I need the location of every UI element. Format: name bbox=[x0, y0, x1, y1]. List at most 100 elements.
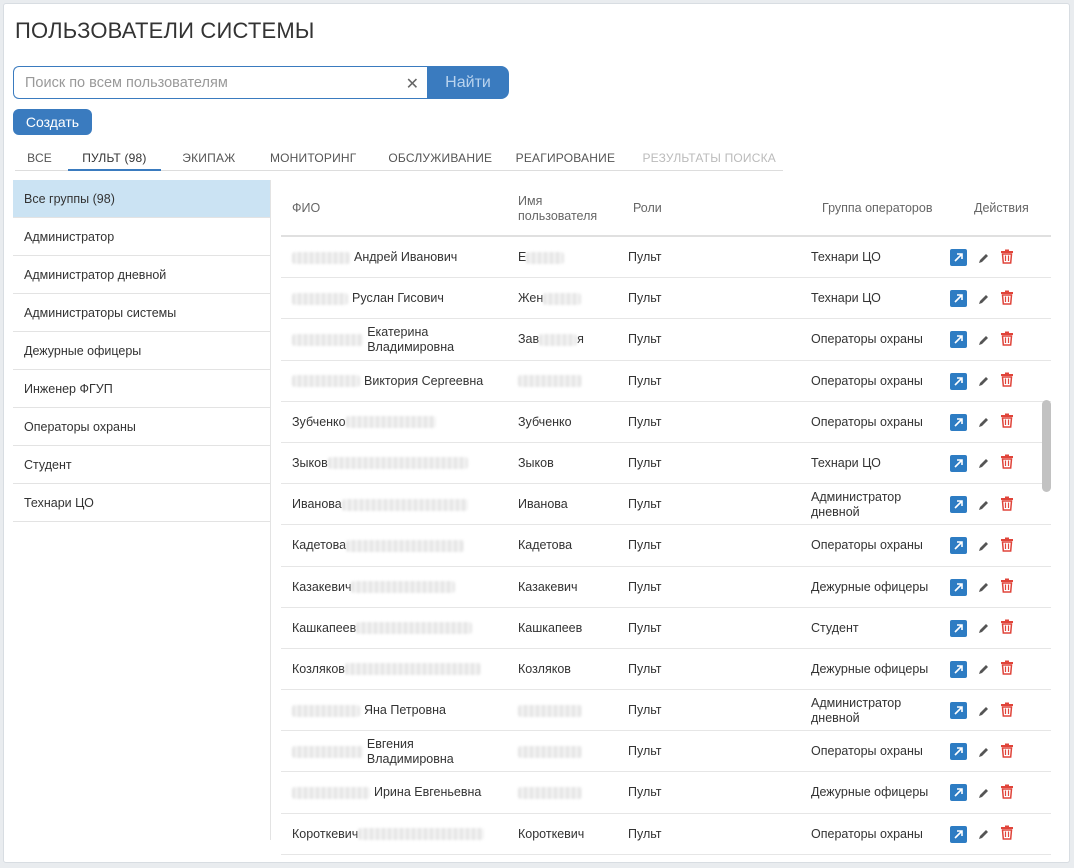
trash-icon[interactable] bbox=[1000, 454, 1014, 470]
table-row[interactable]: Зыков Зыков Пульт Технари ЦО bbox=[281, 443, 1051, 485]
sidebar-item-admin[interactable]: Администратор bbox=[13, 218, 270, 256]
tab-all[interactable]: ВСЕ bbox=[15, 147, 64, 171]
table-row[interactable]: Евгения Владимировна Пульт Операторы охран… bbox=[281, 731, 1051, 773]
create-button[interactable]: Создать bbox=[13, 109, 92, 135]
pencil-icon[interactable] bbox=[978, 498, 990, 512]
trash-icon[interactable] bbox=[1000, 578, 1014, 593]
sidebar-item-student[interactable]: Студент bbox=[13, 446, 270, 484]
fio-text: Екатерина Владимировна bbox=[367, 324, 455, 354]
cell-role: Пульт bbox=[628, 291, 662, 306]
trash-icon[interactable] bbox=[1000, 372, 1014, 387]
pencil-icon[interactable] bbox=[978, 539, 990, 553]
open-external-icon[interactable] bbox=[950, 702, 967, 720]
redacted-text bbox=[292, 251, 350, 264]
pencil-icon[interactable] bbox=[978, 704, 990, 718]
trash-icon[interactable] bbox=[1000, 413, 1014, 428]
trash-icon[interactable] bbox=[1000, 619, 1014, 634]
sidebar-item-admin-day[interactable]: Администратор дневной bbox=[13, 256, 270, 294]
open-external-icon[interactable] bbox=[950, 825, 967, 843]
tab-monitoring[interactable]: МОНИТОРИНГ bbox=[259, 147, 367, 171]
table-row[interactable]: Яна Петровна Пульт Администратор дневной bbox=[281, 690, 1051, 732]
open-external-icon[interactable] bbox=[950, 619, 967, 637]
trash-icon[interactable] bbox=[1000, 537, 1014, 552]
table-row[interactable]: Екатерина Владимировна Зав я Пульт Операторы… bbox=[281, 319, 1051, 361]
open-external-icon[interactable] bbox=[950, 413, 967, 431]
tab-response[interactable]: РЕАГИРОВАНИЕ bbox=[511, 147, 619, 171]
trash-icon[interactable] bbox=[1000, 825, 1014, 840]
table-row[interactable]: Виктория Сергеевна Пульт Операторы охраны bbox=[281, 361, 1051, 402]
sidebar-item-system-admins[interactable]: Администраторы системы bbox=[13, 294, 270, 332]
search-input[interactable] bbox=[14, 67, 394, 98]
pencil-icon[interactable] bbox=[978, 786, 990, 800]
cell-fio: Екатерина Владимировна bbox=[292, 319, 502, 360]
redacted-text bbox=[346, 539, 465, 552]
row-actions bbox=[950, 237, 1014, 278]
fio-text: Казакевич bbox=[292, 579, 352, 594]
scrollbar-thumb[interactable] bbox=[1042, 400, 1051, 492]
column-header-group[interactable]: Группа операторов bbox=[822, 180, 932, 237]
trash-icon[interactable] bbox=[1000, 496, 1014, 511]
redacted-text bbox=[292, 745, 363, 758]
sidebar-item-all-groups[interactable]: Все группы (98) bbox=[13, 180, 270, 218]
table-row[interactable]: Короткевич Короткевич Пульт Операторы охран… bbox=[281, 814, 1051, 855]
pencil-icon[interactable] bbox=[978, 333, 990, 347]
trash-icon[interactable] bbox=[1000, 331, 1014, 346]
pencil-icon[interactable] bbox=[978, 292, 990, 306]
open-external-icon[interactable] bbox=[950, 496, 967, 514]
sidebar-item-duty-officers[interactable]: Дежурные офицеры bbox=[13, 332, 270, 370]
column-header-fio[interactable]: ФИО bbox=[292, 180, 320, 237]
trash-icon[interactable] bbox=[1000, 660, 1014, 676]
open-external-icon[interactable] bbox=[950, 331, 967, 349]
table-row[interactable]: Казакевич Казакевич Пульт Дежурные офицеры bbox=[281, 567, 1051, 608]
pencil-icon[interactable] bbox=[978, 662, 990, 676]
search-button[interactable]: Найти bbox=[427, 66, 509, 99]
sidebar-item-technicians[interactable]: Технари ЦО bbox=[13, 484, 270, 522]
open-external-icon[interactable] bbox=[950, 784, 967, 802]
cell-fio: Козляков bbox=[292, 649, 502, 690]
open-external-icon[interactable] bbox=[950, 537, 967, 555]
tab-service[interactable]: ОБСЛУЖИВАНИЕ bbox=[381, 147, 499, 171]
pencil-icon[interactable] bbox=[978, 374, 990, 388]
table-row[interactable]: Ирина Евгеньевна Пульт Дежурные офицеры bbox=[281, 772, 1051, 814]
pencil-icon[interactable] bbox=[978, 580, 990, 594]
trash-icon[interactable] bbox=[1000, 249, 1014, 264]
pencil-icon[interactable] bbox=[978, 745, 990, 759]
sidebar-item-engineer[interactable]: Инженер ФГУП bbox=[13, 370, 270, 408]
tab-crew[interactable]: ЭКИПАЖ bbox=[165, 147, 254, 171]
table-row[interactable]: Козляков Козляков Пульт Дежурные офицеры bbox=[281, 649, 1051, 691]
trash-icon[interactable] bbox=[1000, 290, 1014, 305]
cell-username: Е bbox=[518, 237, 565, 278]
table-row[interactable]: Иванова Иванова Пульт Администратор дневной bbox=[281, 484, 1051, 526]
trash-icon[interactable] bbox=[1000, 702, 1014, 717]
pencil-icon[interactable] bbox=[978, 456, 990, 470]
sidebar-item-security-operators[interactable]: Операторы охраны bbox=[13, 408, 270, 446]
open-external-icon[interactable] bbox=[950, 743, 967, 761]
table-row[interactable]: Руслан Гисович Жен Пульт Технари ЦО bbox=[281, 278, 1051, 320]
pencil-icon[interactable] bbox=[978, 251, 990, 265]
trash-icon[interactable] bbox=[1000, 743, 1014, 758]
redacted-text bbox=[292, 786, 370, 799]
pencil-icon[interactable] bbox=[978, 827, 990, 841]
table-row[interactable]: Зубченко Зубченко Пульт Операторы охраны bbox=[281, 402, 1051, 443]
cell-fio: Кадетова bbox=[292, 525, 502, 566]
column-header-username[interactable]: Имя пользователя bbox=[518, 180, 608, 237]
search-bar: ✕ Найти bbox=[13, 66, 509, 99]
open-external-icon[interactable] bbox=[950, 454, 967, 472]
trash-icon[interactable] bbox=[1000, 784, 1014, 799]
close-icon[interactable]: ✕ bbox=[406, 74, 419, 94]
row-actions bbox=[950, 443, 1014, 484]
pencil-icon[interactable] bbox=[978, 415, 990, 429]
open-external-icon[interactable] bbox=[950, 660, 967, 678]
open-external-icon[interactable] bbox=[950, 249, 967, 266]
open-external-icon[interactable] bbox=[950, 578, 967, 596]
table-row[interactable]: Кашкапеев Кашкапеев Пульт Студент bbox=[281, 608, 1051, 649]
table-row[interactable]: Кадетова Кадетова Пульт Операторы охраны bbox=[281, 525, 1051, 567]
fio-text: Короткевич bbox=[292, 826, 359, 841]
open-external-icon[interactable] bbox=[950, 372, 967, 390]
tab-pult[interactable]: ПУЛЬТ (98) bbox=[68, 147, 161, 171]
column-header-roles[interactable]: Роли bbox=[633, 180, 662, 237]
row-actions bbox=[950, 608, 1014, 649]
table-row[interactable]: Андрей Иванович Е Пульт Технари ЦО bbox=[281, 237, 1051, 279]
open-external-icon[interactable] bbox=[950, 290, 967, 308]
pencil-icon[interactable] bbox=[978, 621, 990, 635]
